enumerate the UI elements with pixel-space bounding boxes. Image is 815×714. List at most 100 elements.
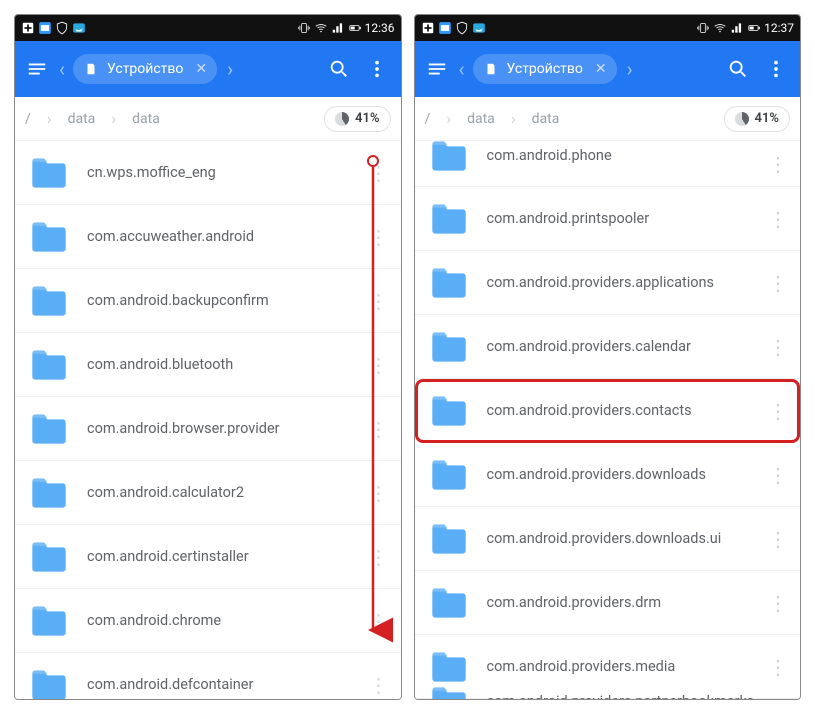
breadcrumb: / › data › data 41% <box>15 97 401 141</box>
shield-icon <box>455 21 469 35</box>
folder-name: com.android.defcontainer <box>87 676 361 693</box>
folder-icon <box>29 281 69 321</box>
storage-badge[interactable]: 41% <box>324 106 390 132</box>
folder-icon <box>29 473 69 513</box>
folder-row[interactable]: com.android.calculator2⋮ <box>15 461 401 525</box>
folder-row[interactable]: com.android.providers.calendar⋮ <box>415 315 801 379</box>
row-more-icon[interactable]: ⋮ <box>361 481 387 505</box>
row-more-icon[interactable]: ⋮ <box>361 289 387 313</box>
folder-name: com.android.certinstaller <box>87 548 361 565</box>
crumb-root[interactable]: / <box>25 111 31 127</box>
row-more-icon[interactable]: ⋮ <box>760 591 786 615</box>
vibrate-icon <box>297 21 311 35</box>
menu-button[interactable] <box>423 58 451 80</box>
status-bar: 12:36 <box>15 15 401 41</box>
signal-icon <box>331 21 345 35</box>
folder-row[interactable]: com.android.providers.downloads⋮ <box>415 443 801 507</box>
folder-icon <box>29 665 69 700</box>
folder-list[interactable]: cn.wps.moffice_eng⋮com.accuweather.andro… <box>15 141 401 699</box>
folder-icon <box>429 327 469 367</box>
search-button[interactable] <box>722 58 754 80</box>
vibrate-icon <box>696 21 710 35</box>
row-more-icon[interactable]: ⋮ <box>361 225 387 249</box>
folder-row[interactable]: com.accuweather.android⋮ <box>15 205 401 269</box>
row-more-icon[interactable]: ⋮ <box>361 673 387 697</box>
row-more-icon[interactable]: ⋮ <box>361 161 387 185</box>
folder-list[interactable]: com.android.phone⋮com.android.printspool… <box>415 141 801 699</box>
row-more-icon[interactable]: ⋮ <box>760 527 786 551</box>
wifi-icon <box>713 21 727 35</box>
crumb-seg[interactable]: data <box>532 111 560 127</box>
row-more-icon[interactable]: ⋮ <box>361 417 387 441</box>
battery-icon <box>747 21 761 35</box>
folder-row[interactable]: com.android.browser.provider⋮ <box>15 397 401 461</box>
battery-icon <box>348 21 362 35</box>
row-more-icon[interactable]: ⋮ <box>760 399 786 423</box>
crumb-seg[interactable]: data <box>68 111 96 127</box>
row-more-icon[interactable]: ⋮ <box>760 152 786 176</box>
whale-icon <box>72 21 86 35</box>
tab-prev-icon[interactable]: ‹ <box>457 57 467 81</box>
tab-chip[interactable]: Устройство ✕ <box>73 54 217 84</box>
folder-row[interactable]: com.android.printspooler⋮ <box>415 187 801 251</box>
chevron-right-icon: › <box>99 109 128 128</box>
folder-name: com.android.providers.contacts <box>487 402 761 419</box>
row-more-icon[interactable]: ⋮ <box>760 271 786 295</box>
folder-name: com.android.providers.drm <box>487 594 761 611</box>
row-more-icon[interactable]: ⋮ <box>760 463 786 487</box>
tab-next-icon[interactable]: › <box>623 57 637 81</box>
row-more-icon[interactable]: ⋮ <box>760 207 786 231</box>
tab-label: Устройство <box>107 61 183 77</box>
signal-icon <box>730 21 744 35</box>
toolbar: ‹ Устройство ✕ › <box>415 41 801 97</box>
row-more-icon[interactable]: ⋮ <box>361 609 387 633</box>
folder-row[interactable]: com.android.backupconfirm⋮ <box>15 269 401 333</box>
folder-row[interactable]: com.android.providers.media⋮ <box>415 635 801 699</box>
row-more-icon[interactable]: ⋮ <box>760 655 786 679</box>
folder-name: com.android.printspooler <box>487 210 761 227</box>
crumb-seg[interactable]: data <box>132 111 160 127</box>
tab-close-icon[interactable]: ✕ <box>191 61 211 77</box>
storage-badge[interactable]: 41% <box>724 106 790 132</box>
sd-card-icon <box>483 62 499 76</box>
more-button[interactable] <box>760 58 792 80</box>
tab-close-icon[interactable]: ✕ <box>591 61 611 77</box>
folder-row[interactable]: com.android.providers.drm⋮ <box>415 571 801 635</box>
crumb-seg[interactable]: data <box>467 111 495 127</box>
folder-row[interactable]: com.android.providers.contacts⋮ <box>415 379 801 443</box>
folder-row[interactable]: com.android.chrome⋮ <box>15 589 401 653</box>
search-button[interactable] <box>323 58 355 80</box>
toolbar: ‹ Устройство ✕ › <box>15 41 401 97</box>
folder-icon <box>29 409 69 449</box>
row-more-icon[interactable]: ⋮ <box>361 353 387 377</box>
folder-row[interactable]: cn.wps.moffice_eng⋮ <box>15 141 401 205</box>
folder-icon <box>29 153 69 193</box>
folder-row[interactable]: com.android.defcontainer⋮ <box>15 653 401 699</box>
right-screenshot: 12:37 ‹ Устройство ✕ › / › data › data 4… <box>414 14 802 700</box>
storage-percent: 41% <box>755 111 779 126</box>
tab-next-icon[interactable]: › <box>223 57 237 81</box>
row-more-icon[interactable]: ⋮ <box>760 335 786 359</box>
folder-row[interactable]: com.android.phone⋮ <box>415 141 801 187</box>
sd-card-icon <box>83 62 99 76</box>
pie-icon <box>735 112 749 126</box>
more-button[interactable] <box>361 58 393 80</box>
folder-icon <box>429 199 469 239</box>
menu-button[interactable] <box>23 58 51 80</box>
folder-name: com.android.calculator2 <box>87 484 361 501</box>
folder-row[interactable]: com.android.providers.downloads.ui⋮ <box>415 507 801 571</box>
chevron-right-icon: › <box>35 109 64 128</box>
crumb-root[interactable]: / <box>425 111 431 127</box>
folder-name: com.android.browser.provider <box>87 420 361 437</box>
folder-name: com.android.providers.partnerbookmarks <box>487 693 761 699</box>
folder-row[interactable]: com.android.providers.applications⋮ <box>415 251 801 315</box>
folder-name: com.android.providers.downloads.ui <box>487 530 761 547</box>
folder-name: com.android.bluetooth <box>87 356 361 373</box>
row-more-icon[interactable]: ⋮ <box>361 545 387 569</box>
folder-row[interactable]: com.android.bluetooth⋮ <box>15 333 401 397</box>
folder-icon <box>29 537 69 577</box>
tab-prev-icon[interactable]: ‹ <box>57 57 67 81</box>
folder-row[interactable]: com.android.certinstaller⋮ <box>15 525 401 589</box>
chevron-right-icon: › <box>499 109 528 128</box>
tab-chip[interactable]: Устройство ✕ <box>473 54 617 84</box>
